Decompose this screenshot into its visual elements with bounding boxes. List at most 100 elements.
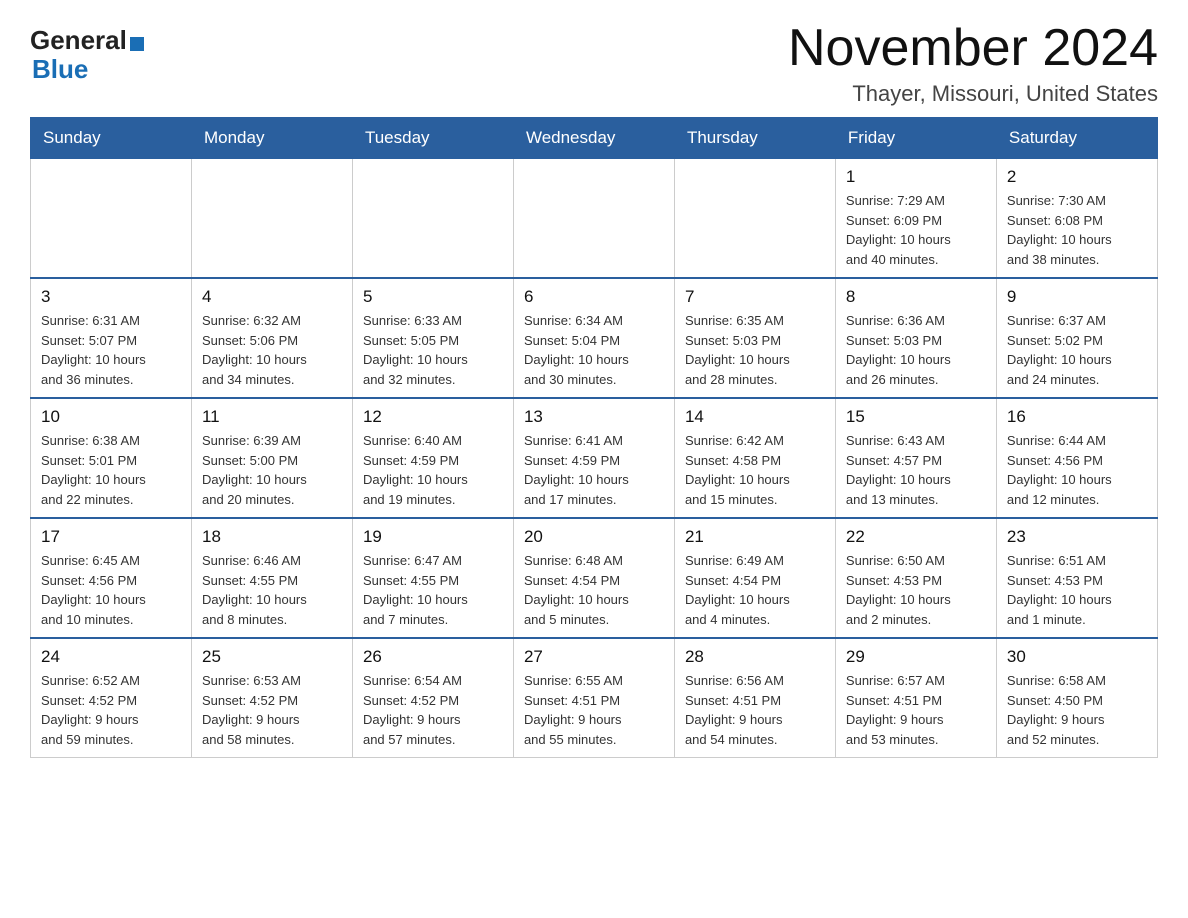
calendar-cell: 13 Sunrise: 6:41 AM Sunset: 4:59 PM Dayli… — [513, 398, 674, 518]
day-info: Sunrise: 6:31 AM Sunset: 5:07 PM Dayligh… — [41, 311, 181, 389]
day-number: 23 — [1007, 527, 1147, 547]
day-number: 16 — [1007, 407, 1147, 427]
day-info: Sunrise: 6:58 AM Sunset: 4:50 PM Dayligh… — [1007, 671, 1147, 749]
calendar-cell: 8 Sunrise: 6:36 AM Sunset: 5:03 PM Daylig… — [835, 278, 996, 398]
day-info: Sunrise: 6:34 AM Sunset: 5:04 PM Dayligh… — [524, 311, 664, 389]
calendar-cell: 14 Sunrise: 6:42 AM Sunset: 4:58 PM Dayli… — [674, 398, 835, 518]
calendar-cell: 28 Sunrise: 6:56 AM Sunset: 4:51 PM Dayli… — [674, 638, 835, 758]
calendar-cell: 25 Sunrise: 6:53 AM Sunset: 4:52 PM Dayli… — [191, 638, 352, 758]
day-number: 7 — [685, 287, 825, 307]
day-info: Sunrise: 6:43 AM Sunset: 4:57 PM Dayligh… — [846, 431, 986, 509]
calendar-cell: 15 Sunrise: 6:43 AM Sunset: 4:57 PM Dayli… — [835, 398, 996, 518]
calendar-cell: 9 Sunrise: 6:37 AM Sunset: 5:02 PM Daylig… — [996, 278, 1157, 398]
day-info: Sunrise: 6:37 AM Sunset: 5:02 PM Dayligh… — [1007, 311, 1147, 389]
calendar-subtitle: Thayer, Missouri, United States — [788, 81, 1158, 107]
calendar-cell: 22 Sunrise: 6:50 AM Sunset: 4:53 PM Dayli… — [835, 518, 996, 638]
day-number: 10 — [41, 407, 181, 427]
day-info: Sunrise: 6:39 AM Sunset: 5:00 PM Dayligh… — [202, 431, 342, 509]
day-number: 13 — [524, 407, 664, 427]
day-number: 14 — [685, 407, 825, 427]
day-number: 8 — [846, 287, 986, 307]
day-number: 25 — [202, 647, 342, 667]
day-info: Sunrise: 7:30 AM Sunset: 6:08 PM Dayligh… — [1007, 191, 1147, 269]
calendar-cell — [352, 159, 513, 279]
calendar-cell: 3 Sunrise: 6:31 AM Sunset: 5:07 PM Daylig… — [31, 278, 192, 398]
day-info: Sunrise: 6:45 AM Sunset: 4:56 PM Dayligh… — [41, 551, 181, 629]
day-number: 5 — [363, 287, 503, 307]
day-info: Sunrise: 6:53 AM Sunset: 4:52 PM Dayligh… — [202, 671, 342, 749]
calendar-week-4: 17Sunrise: 6:45 AM Sunset: 4:56 PM Dayli… — [31, 518, 1158, 638]
day-info: Sunrise: 6:41 AM Sunset: 4:59 PM Dayligh… — [524, 431, 664, 509]
weekday-header-tuesday: Tuesday — [352, 118, 513, 159]
day-info: Sunrise: 7:29 AM Sunset: 6:09 PM Dayligh… — [846, 191, 986, 269]
day-info: Sunrise: 6:52 AM Sunset: 4:52 PM Dayligh… — [41, 671, 181, 749]
day-info: Sunrise: 6:40 AM Sunset: 4:59 PM Dayligh… — [363, 431, 503, 509]
day-number: 4 — [202, 287, 342, 307]
calendar-cell: 24 Sunrise: 6:52 AM Sunset: 4:52 PM Dayli… — [31, 638, 192, 758]
calendar-week-5: 24 Sunrise: 6:52 AM Sunset: 4:52 PM Dayli… — [31, 638, 1158, 758]
calendar-cell: 17Sunrise: 6:45 AM Sunset: 4:56 PM Dayli… — [31, 518, 192, 638]
logo-triangle-icon — [130, 37, 144, 51]
calendar-cell — [674, 159, 835, 279]
day-number: 22 — [846, 527, 986, 547]
day-number: 6 — [524, 287, 664, 307]
day-number: 12 — [363, 407, 503, 427]
weekday-header-saturday: Saturday — [996, 118, 1157, 159]
calendar-cell: 23 Sunrise: 6:51 AM Sunset: 4:53 PM Dayli… — [996, 518, 1157, 638]
title-section: November 2024 Thayer, Missouri, United S… — [788, 20, 1158, 107]
day-number: 18 — [202, 527, 342, 547]
calendar-week-3: 10 Sunrise: 6:38 AM Sunset: 5:01 PM Dayli… — [31, 398, 1158, 518]
day-number: 15 — [846, 407, 986, 427]
calendar-cell: 4 Sunrise: 6:32 AM Sunset: 5:06 PM Daylig… — [191, 278, 352, 398]
calendar-cell — [191, 159, 352, 279]
day-info: Sunrise: 6:44 AM Sunset: 4:56 PM Dayligh… — [1007, 431, 1147, 509]
day-number: 28 — [685, 647, 825, 667]
calendar-cell: 12 Sunrise: 6:40 AM Sunset: 4:59 PM Dayli… — [352, 398, 513, 518]
day-info: Sunrise: 6:56 AM Sunset: 4:51 PM Dayligh… — [685, 671, 825, 749]
day-info: Sunrise: 6:51 AM Sunset: 4:53 PM Dayligh… — [1007, 551, 1147, 629]
day-info: Sunrise: 6:38 AM Sunset: 5:01 PM Dayligh… — [41, 431, 181, 509]
day-info: Sunrise: 6:50 AM Sunset: 4:53 PM Dayligh… — [846, 551, 986, 629]
day-info: Sunrise: 6:57 AM Sunset: 4:51 PM Dayligh… — [846, 671, 986, 749]
weekday-header-monday: Monday — [191, 118, 352, 159]
calendar-cell — [31, 159, 192, 279]
calendar-cell: 5 Sunrise: 6:33 AM Sunset: 5:05 PM Daylig… — [352, 278, 513, 398]
logo-general-text: General — [30, 25, 127, 56]
calendar-cell — [513, 159, 674, 279]
calendar-cell: 6 Sunrise: 6:34 AM Sunset: 5:04 PM Daylig… — [513, 278, 674, 398]
calendar-table: SundayMondayTuesdayWednesdayThursdayFrid… — [30, 117, 1158, 758]
calendar-week-2: 3 Sunrise: 6:31 AM Sunset: 5:07 PM Daylig… — [31, 278, 1158, 398]
calendar-cell: 19Sunrise: 6:47 AM Sunset: 4:55 PM Dayli… — [352, 518, 513, 638]
day-info: Sunrise: 6:32 AM Sunset: 5:06 PM Dayligh… — [202, 311, 342, 389]
calendar-cell: 10 Sunrise: 6:38 AM Sunset: 5:01 PM Dayli… — [31, 398, 192, 518]
day-info: Sunrise: 6:33 AM Sunset: 5:05 PM Dayligh… — [363, 311, 503, 389]
calendar-cell: 7 Sunrise: 6:35 AM Sunset: 5:03 PM Daylig… — [674, 278, 835, 398]
calendar-cell: 27Sunrise: 6:55 AM Sunset: 4:51 PM Dayli… — [513, 638, 674, 758]
weekday-header-wednesday: Wednesday — [513, 118, 674, 159]
calendar-cell: 2Sunrise: 7:30 AM Sunset: 6:08 PM Daylig… — [996, 159, 1157, 279]
day-info: Sunrise: 6:46 AM Sunset: 4:55 PM Dayligh… — [202, 551, 342, 629]
weekday-header-friday: Friday — [835, 118, 996, 159]
calendar-week-1: 1Sunrise: 7:29 AM Sunset: 6:09 PM Daylig… — [31, 159, 1158, 279]
calendar-cell: 26Sunrise: 6:54 AM Sunset: 4:52 PM Dayli… — [352, 638, 513, 758]
day-number: 24 — [41, 647, 181, 667]
calendar-cell: 21Sunrise: 6:49 AM Sunset: 4:54 PM Dayli… — [674, 518, 835, 638]
day-info: Sunrise: 6:55 AM Sunset: 4:51 PM Dayligh… — [524, 671, 664, 749]
calendar-cell: 18 Sunrise: 6:46 AM Sunset: 4:55 PM Dayli… — [191, 518, 352, 638]
page-header: General Blue November 2024 Thayer, Misso… — [30, 20, 1158, 107]
day-number: 3 — [41, 287, 181, 307]
calendar-header-row: SundayMondayTuesdayWednesdayThursdayFrid… — [31, 118, 1158, 159]
calendar-cell: 16 Sunrise: 6:44 AM Sunset: 4:56 PM Dayli… — [996, 398, 1157, 518]
day-info: Sunrise: 6:36 AM Sunset: 5:03 PM Dayligh… — [846, 311, 986, 389]
day-info: Sunrise: 6:49 AM Sunset: 4:54 PM Dayligh… — [685, 551, 825, 629]
day-info: Sunrise: 6:47 AM Sunset: 4:55 PM Dayligh… — [363, 551, 503, 629]
day-info: Sunrise: 6:42 AM Sunset: 4:58 PM Dayligh… — [685, 431, 825, 509]
day-info: Sunrise: 6:35 AM Sunset: 5:03 PM Dayligh… — [685, 311, 825, 389]
day-number: 20 — [524, 527, 664, 547]
calendar-cell: 29Sunrise: 6:57 AM Sunset: 4:51 PM Dayli… — [835, 638, 996, 758]
calendar-cell: 1Sunrise: 7:29 AM Sunset: 6:09 PM Daylig… — [835, 159, 996, 279]
calendar-cell: 30Sunrise: 6:58 AM Sunset: 4:50 PM Dayli… — [996, 638, 1157, 758]
day-info: Sunrise: 6:54 AM Sunset: 4:52 PM Dayligh… — [363, 671, 503, 749]
day-info: Sunrise: 6:48 AM Sunset: 4:54 PM Dayligh… — [524, 551, 664, 629]
day-number: 9 — [1007, 287, 1147, 307]
